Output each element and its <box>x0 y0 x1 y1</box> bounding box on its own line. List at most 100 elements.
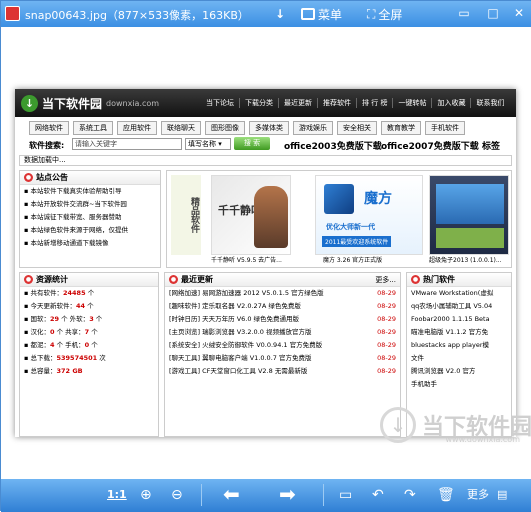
list-item[interactable]: [网络加速] 易网游加速器 2012 V5.0.1.5 官方绿色版 08-29 <box>165 287 400 300</box>
stat-row: ▪ 汉化：0 个 共享：7 个 <box>24 328 98 336</box>
stat-row: ▪ 都泥：4 个 手机：0 个 <box>24 341 98 349</box>
category-link[interactable]: 游戏娱乐 <box>293 121 333 135</box>
slideshow-icon[interactable]: ▭ <box>339 485 352 505</box>
list-item[interactable]: [游戏工具] CF天堂窗口化工具 V2.8 无需最新版 08-29 <box>165 365 400 378</box>
list-item[interactable]: 瞄准电脑版 V1.1.2 官方免 <box>407 326 511 339</box>
divider <box>201 484 202 506</box>
delete-icon[interactable]: 🗑 <box>437 485 455 505</box>
more-menu-icon[interactable]: ▤ <box>497 485 507 505</box>
list-item[interactable]: [趣味软件] 定乐取名器 V2.0.27A 绿色免费版 08-29 <box>165 300 400 313</box>
list-item[interactable]: Foobar2000 1.1.15 Beta <box>407 313 511 326</box>
zoom-in-icon[interactable]: ⊕ <box>140 485 152 505</box>
next-icon[interactable]: ➡ <box>279 484 296 505</box>
site-header: ↓ 当下软件园 downxia.com 当下论坛 下载分类 最近更新 推荐软件 … <box>15 89 516 117</box>
category-link[interactable]: 手机软件 <box>425 121 465 135</box>
notice-panel: ● 站点公告 ▪ 本站软件下载真实体验帮助引导 ▪ 本站开放软件交流群~当下软件园… <box>19 170 161 268</box>
more-button[interactable]: 更多 <box>467 485 489 505</box>
stat-row: ▪ 今天更新软件：44 个 <box>24 302 94 310</box>
stat-row: ▪ 国软：29 个 外软：3 个 <box>24 315 103 323</box>
window-title: snap00643.jpg（877×533像素，163KB） <box>25 9 249 22</box>
nav-item[interactable]: 最近更新 <box>279 98 318 108</box>
list-item[interactable]: VMware Workstation(虚拟 <box>407 287 511 300</box>
bullet-icon: ● <box>24 173 33 182</box>
list-item[interactable]: bluestacks app player模 <box>407 339 511 352</box>
nav-item[interactable]: 加入收藏 <box>432 98 472 108</box>
screenshot-image: ↓ 当下软件园 downxia.com 当下论坛 下载分类 最近更新 推荐软件 … <box>15 89 516 437</box>
menu-button-label[interactable]: 菜单 <box>301 4 342 24</box>
list-item[interactable]: ▪ 本站新增移动通道下载镜像 <box>20 237 160 250</box>
nav-item[interactable]: 推荐软件 <box>318 98 357 108</box>
tags-link[interactable]: 标签 <box>482 139 500 152</box>
site-logo: ↓ 当下软件园 downxia.com <box>21 93 159 113</box>
list-item[interactable]: qq农场小属辅助工具 V5.04 <box>407 300 511 313</box>
close-button[interactable]: ✕ <box>512 6 526 20</box>
list-item[interactable]: [时钟日历] 天天万年历 V6.0 绿色免费通用版 08-29 <box>165 313 400 326</box>
list-item[interactable]: 腾讯浏览器 V2.0 官方 <box>407 365 511 378</box>
featured-item-thumbnail[interactable] <box>429 175 509 255</box>
image-viewer-window: snap00643.jpg（877×533像素，163KB） ↓ 菜单 ⛶ 全屏 … <box>0 0 531 512</box>
search-row: 软件搜索: 请输入关键字 填写名称 ▾ 搜 索 office2003免费版下载 … <box>15 137 516 153</box>
nav-item[interactable]: 一键转帖 <box>393 98 433 108</box>
stat-row: ▪ 总容量：372 GB <box>24 367 83 375</box>
category-link[interactable]: 系统工具 <box>73 121 113 135</box>
previous-icon[interactable]: ⬅ <box>223 484 240 505</box>
featured-item-thumbnail[interactable]: 千千静听 <box>211 175 291 255</box>
bullet-icon: ● <box>411 275 420 284</box>
search-input[interactable]: 请输入关键字 <box>72 138 182 150</box>
list-item[interactable]: ▪ 本站诚征下载带宽、服务器赞助 <box>20 211 160 224</box>
fullscreen-icon: ⛶ <box>367 6 376 21</box>
featured-badge: 精品软件 <box>171 175 201 255</box>
rotate-left-icon[interactable]: ↶ <box>372 485 384 505</box>
category-link[interactable]: 应用软件 <box>117 121 157 135</box>
stats-panel: ● 资源统计 ▪ 共有软件：24485 个 ▪ 今天更新软件：44 个 ▪ 国软：… <box>19 272 159 437</box>
app-icon <box>5 6 20 21</box>
category-link[interactable]: 多媒体类 <box>249 121 289 135</box>
nav-item[interactable]: 下载分类 <box>240 98 279 108</box>
list-item[interactable]: 文件 <box>407 352 511 365</box>
top-nav: 当下论坛 下载分类 最近更新 推荐软件 排 行 榜 一键转帖 加入收藏 联系我们 <box>201 98 509 108</box>
featured-item-thumbnail[interactable]: 魔方 优化大师新一代 2011最受欢迎系统软件 <box>315 175 423 255</box>
latest-updates-panel: ● 最近更新 更多... [网络加速] 易网游加速器 2012 V5.0.1.5 官… <box>164 272 401 437</box>
menu-icon <box>301 8 315 20</box>
nav-item[interactable]: 联系我们 <box>471 98 509 108</box>
title-bar: snap00643.jpg（877×533像素，163KB） ↓ 菜单 ⛶ 全屏 … <box>1 1 531 27</box>
list-item[interactable]: [主页浏览] 瑞影浏览器 V3.2.0.0 视频播放官方版 08-29 <box>165 326 400 339</box>
featured-caption[interactable]: 千千静听 V5.9.5 去广告... <box>211 255 282 264</box>
zoom-out-icon[interactable]: ⊖ <box>171 485 183 505</box>
featured-caption[interactable]: 超级兔子2013 (1.0.0.1)... <box>429 255 502 264</box>
category-link[interactable]: 图形图像 <box>205 121 245 135</box>
category-link[interactable]: 安全相关 <box>337 121 377 135</box>
chevron-down-icon: ▾ <box>218 140 222 148</box>
more-link[interactable]: 更多... <box>375 275 396 285</box>
search-button[interactable]: 搜 索 <box>234 137 270 150</box>
fullscreen-button[interactable]: ⛶ 全屏 <box>367 4 402 24</box>
nav-item[interactable]: 排 行 榜 <box>357 98 394 108</box>
featured-caption[interactable]: 魔方 3.26 官方正式版 <box>323 255 382 264</box>
category-link[interactable]: 教育教学 <box>381 121 421 135</box>
category-link[interactable]: 联络聊天 <box>161 121 201 135</box>
hot-link[interactable]: office2003免费版下载 <box>284 139 382 152</box>
list-item[interactable]: ▪ 本站开放软件交流群~当下软件园 <box>20 198 160 211</box>
watermark-url: www.downxia.com <box>445 435 520 444</box>
stat-row: ▪ 总下载：539574501 次 <box>24 354 106 362</box>
rotate-right-icon[interactable]: ↷ <box>404 485 416 505</box>
list-item[interactable]: 手机助手 <box>407 378 511 391</box>
list-item[interactable]: ▪ 本站软件下载真实体验帮助引导 <box>20 185 160 198</box>
minimize-button[interactable]: ▭ <box>457 6 471 20</box>
menu-button[interactable]: ↓ <box>275 4 285 24</box>
search-type-select[interactable]: 填写名称 ▾ <box>185 138 231 150</box>
nav-item[interactable]: 当下论坛 <box>201 98 240 108</box>
featured-panel: 精品软件 千千静听 千千静听 V5.9.5 去广告... 魔方 优化大师新一代 … <box>166 170 512 268</box>
category-link[interactable]: 网络软件 <box>29 121 69 135</box>
download-arrow-icon: ↓ <box>379 407 416 443</box>
list-item[interactable]: [聊天工具] 翼聊电脑客户端 V1.0.0.7 官方免费版 08-29 <box>165 352 400 365</box>
loading-bar: 数据加载中... <box>19 155 512 166</box>
bottom-toolbar: 1:1 ⊕ ⊖ ⬅ ➡ ▭ ↶ ↷ 🗑 更多 ▤ <box>1 479 531 512</box>
list-item[interactable]: [系统安全] 火绒安全防御软件 V0.0.94.1 官方免费版 08-29 <box>165 339 400 352</box>
maximize-button[interactable]: □ <box>486 6 500 20</box>
list-item[interactable]: ▪ 本站绿色软件来源于网络，仅提供 <box>20 224 160 237</box>
divider <box>323 484 324 506</box>
actual-size-button[interactable]: 1:1 <box>107 485 127 505</box>
search-label: 软件搜索: <box>29 141 65 150</box>
hot-link[interactable]: office2007免费版下载 <box>381 139 479 152</box>
